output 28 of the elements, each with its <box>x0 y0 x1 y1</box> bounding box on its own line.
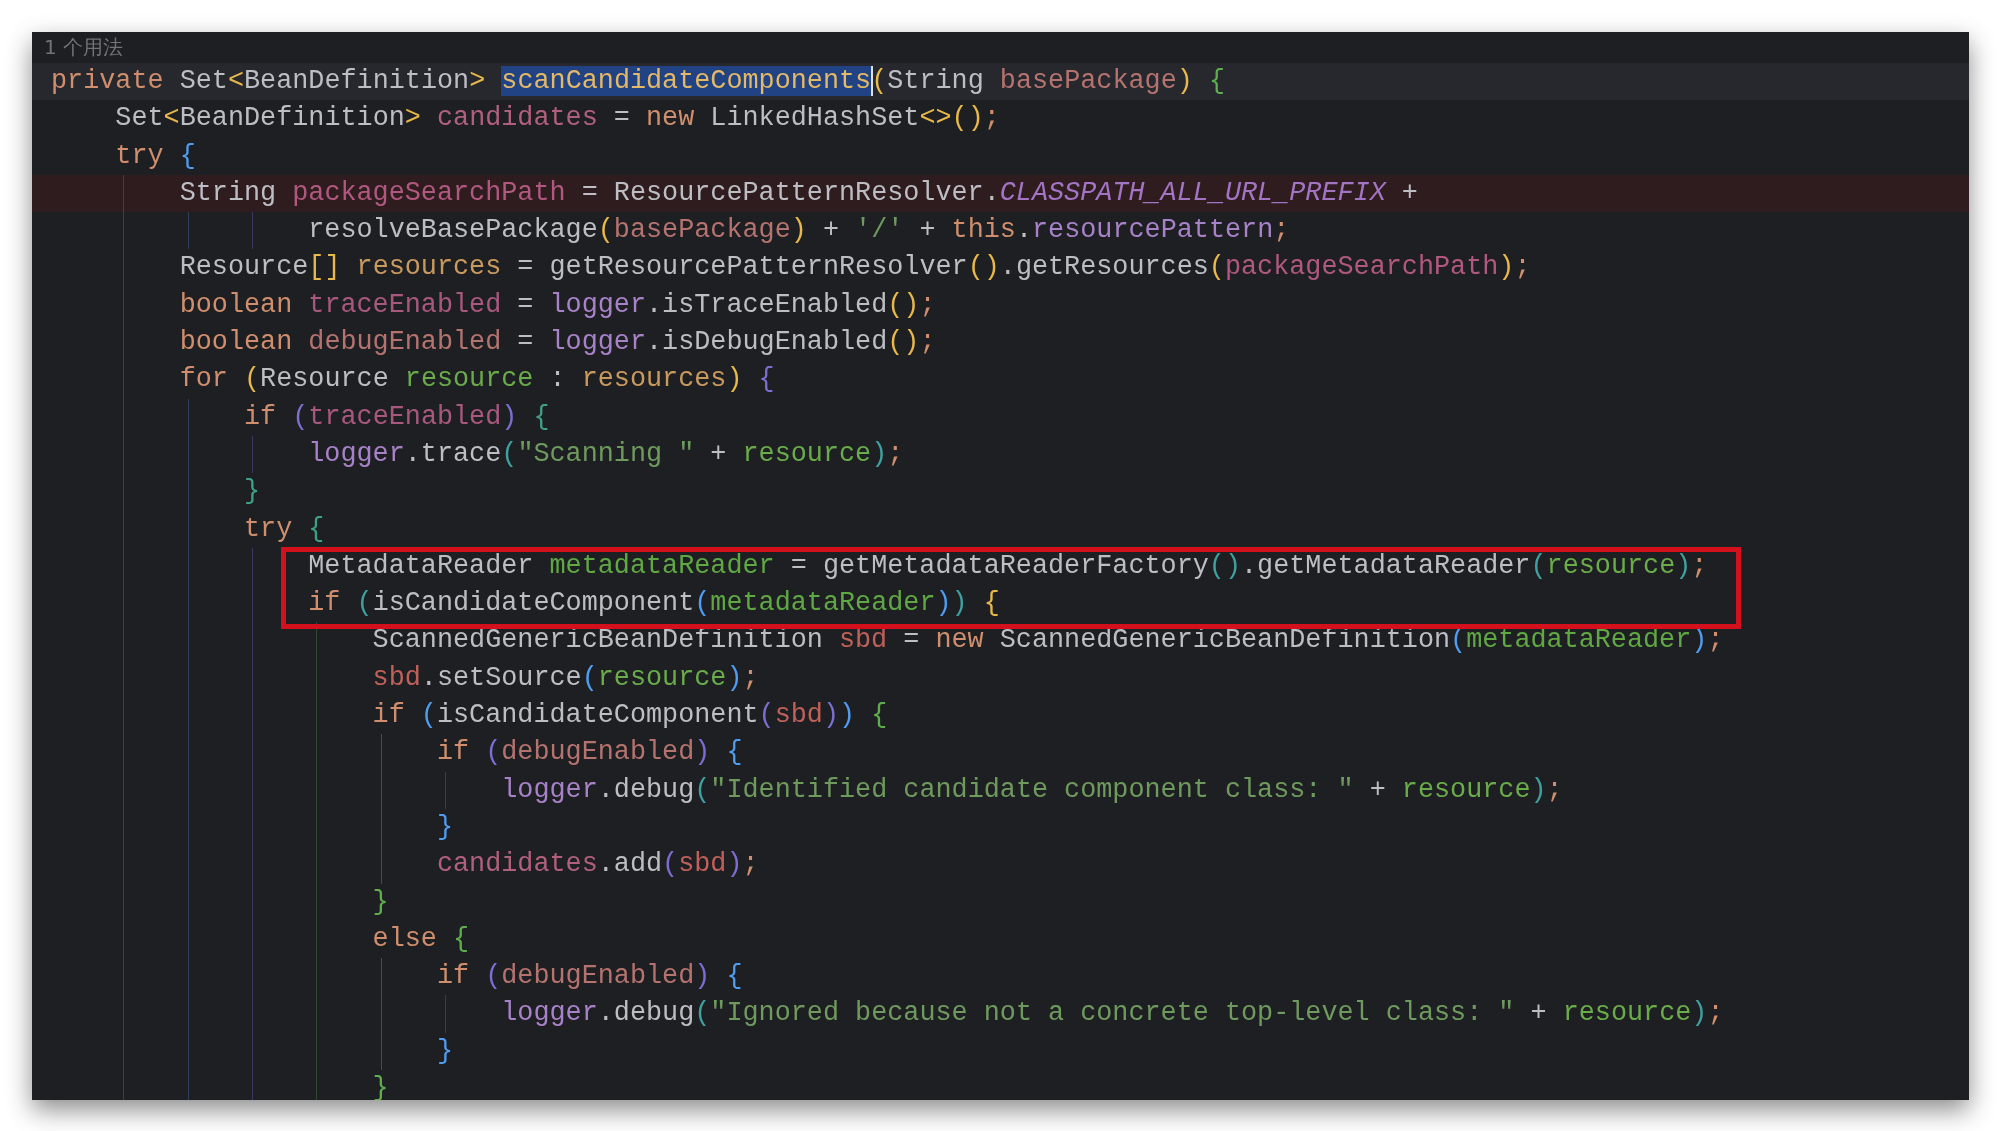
code-line: } <box>243 475 261 509</box>
code-line: boolean debugEnabled = logger.isDebugEnabled(); <box>179 326 936 360</box>
code-line: try { <box>115 139 196 173</box>
usage-hint[interactable]: 1 个用法 <box>32 32 124 63</box>
code-line: private Set<BeanDefinition> scanCandidateComponents(String basePackage) { <box>51 65 1225 98</box>
code-line: if (isCandidateComponent(sbd)) { <box>372 699 888 733</box>
code-line: sbd.setSource(resource); <box>372 661 759 695</box>
code-line: for (Resource resource : resources) { <box>179 363 775 397</box>
code-line: } <box>436 810 454 844</box>
code-line: if (traceEnabled) { <box>243 400 550 434</box>
code-line: Set<BeanDefinition> candidates = new LinkedHashSet<>(); <box>115 102 1000 136</box>
code-line: candidates.add(sbd); <box>436 848 759 882</box>
code-line: } <box>372 1072 389 1100</box>
code-line: Resource[] resources = getResourcePatternResolver().getResources(packageSearchPath); <box>179 251 1531 285</box>
code-line: boolean traceEnabled = logger.isTraceEnabled(); <box>179 288 936 322</box>
code-line: logger.debug("Ignored because not a concrete top-level class: " + resource); <box>501 997 1724 1031</box>
code-line: logger.trace("Scanning " + resource); <box>308 437 904 471</box>
code-line: if (isCandidateComponent(metadataReader)) { <box>308 587 1000 621</box>
code-line: if (debugEnabled) { <box>436 960 743 994</box>
code-line: logger.debug("Identified candidate component class: " + resource); <box>501 773 1563 807</box>
code-line: } <box>372 885 389 919</box>
code-line: } <box>436 1034 454 1068</box>
code-line: if (debugEnabled) { <box>436 736 743 770</box>
code-line: MetadataReader metadataReader = getMetadataReaderFactory().getMetadataReader(resource); <box>308 549 1708 583</box>
code-line: resolveBasePackage(basePackage) + '/' + this.resourcePattern; <box>308 214 1290 248</box>
code-line: try { <box>243 512 325 546</box>
code-line: else { <box>372 922 470 956</box>
code-line: String packageSearchPath = ResourcePatternResolver.CLASSPATH_ALL_URL_PREFIX + <box>179 176 1418 210</box>
